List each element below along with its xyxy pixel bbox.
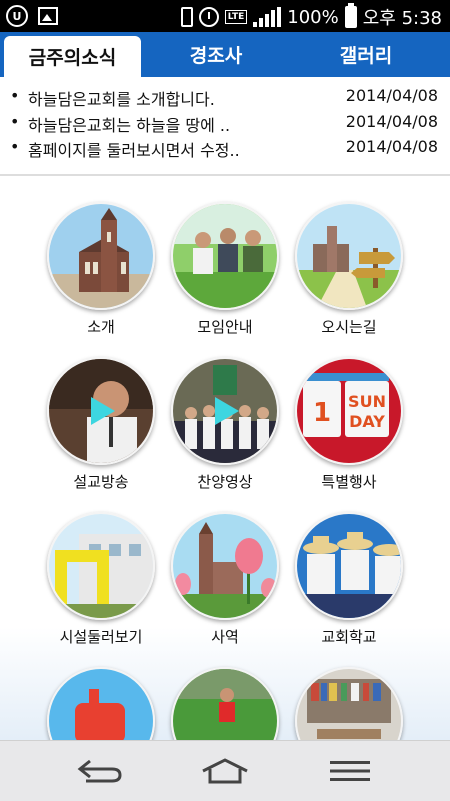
battery-percent: 100% xyxy=(287,6,339,28)
news-item[interactable]: • 하늘담은교회를 소개합니다. 2014/04/08 xyxy=(0,84,450,110)
tab-gallery[interactable]: 갤러리 xyxy=(291,32,441,77)
alarm-icon xyxy=(198,7,219,27)
play-icon xyxy=(91,397,115,425)
menu-item-library[interactable] xyxy=(287,667,411,740)
church-building-image xyxy=(47,202,155,310)
menu-item-directions[interactable]: 오시는길 xyxy=(287,202,411,337)
menu-label: 모임안내 xyxy=(197,318,253,336)
children-image xyxy=(295,512,403,620)
menu-item-sermon-broadcast[interactable]: 설교방송 xyxy=(39,357,163,492)
menu-label: 사역 xyxy=(211,628,239,646)
news-item[interactable]: • 홈페이지를 둘러보시면서 수정.. 2014/04/08 xyxy=(0,135,450,161)
battery-icon xyxy=(344,3,357,28)
menu-label: 오시는길 xyxy=(321,318,377,336)
calendar-word-day: DAY xyxy=(349,412,385,431)
status-bar: U LTE 100% 오후 5:38 xyxy=(0,0,450,32)
news-list: • 하늘담은교회를 소개합니다. 2014/04/08 • 하늘담은교회는 하늘… xyxy=(0,84,450,161)
tab-condolences[interactable]: 경조사 xyxy=(141,32,291,77)
library-image xyxy=(295,667,403,740)
lte-icon: LTE xyxy=(224,10,248,24)
signal-icon xyxy=(253,7,282,27)
tab-weekly-news[interactable]: 금주의소식 xyxy=(4,36,141,77)
back-icon xyxy=(77,759,122,783)
menu-item-church-school[interactable]: 교회학교 xyxy=(287,512,411,647)
vibrate-icon xyxy=(180,7,193,27)
tab-label: 경조사 xyxy=(189,45,243,67)
tulip-church-image xyxy=(171,512,279,620)
play-icon xyxy=(215,397,239,425)
menu-item-praise-video[interactable]: 찬양영상 xyxy=(163,357,287,492)
bullet: • xyxy=(10,86,20,105)
menu-button[interactable] xyxy=(275,741,425,801)
home-icon xyxy=(202,758,248,784)
menu-item-sports[interactable] xyxy=(163,667,287,740)
clock: 오후 5:38 xyxy=(362,8,442,29)
news-date: 2014/04/08 xyxy=(345,86,438,105)
menu-item-facility-tour[interactable]: 시설둘러보기 xyxy=(39,512,163,647)
facility-image xyxy=(47,512,155,620)
news-item[interactable]: • 하늘담은교회는 하늘을 땅에 .. 2014/04/08 xyxy=(0,110,450,136)
menu-grid: 소개 모임안내 오시는길 설교방송 찬양영상 1 SUN DAY 특별행사 시설… xyxy=(0,176,450,740)
calendar-word-sun: SUN xyxy=(348,392,386,411)
menu-item-mailbox[interactable] xyxy=(39,667,163,740)
menu-item-ministry[interactable]: 사역 xyxy=(163,512,287,647)
news-date: 2014/04/08 xyxy=(345,111,438,131)
tab-bar: 금주의소식 경조사 갤러리 xyxy=(0,32,450,77)
directions-image xyxy=(295,202,403,310)
menu-icon xyxy=(330,761,370,781)
menu-label: 시설둘러보기 xyxy=(59,628,143,646)
menu-label: 교회학교 xyxy=(321,628,377,646)
menu-label: 설교방송 xyxy=(73,473,129,491)
news-title: 하늘담은교회는 하늘을 땅에 .. xyxy=(28,115,231,135)
mailbox-image xyxy=(47,667,155,740)
bullet: • xyxy=(10,137,20,156)
menu-label: 찬양영상 xyxy=(197,473,253,491)
menu-label: 소개 xyxy=(87,318,115,336)
running-child-image xyxy=(171,667,279,740)
tab-label: 금주의소식 xyxy=(28,47,117,69)
pastor-video-thumbnail xyxy=(47,357,155,465)
bullet: • xyxy=(10,111,20,131)
calendar-image: 1 SUN DAY xyxy=(295,357,403,465)
u-plus-icon: U xyxy=(6,5,28,27)
news-title: 하늘담은교회를 소개합니다. xyxy=(28,90,215,109)
news-title: 홈페이지를 둘러보시면서 수정.. xyxy=(28,141,240,160)
gallery-icon xyxy=(38,7,58,25)
group-photo-image xyxy=(171,202,279,310)
menu-label: 특별행사 xyxy=(321,473,377,491)
navigation-bar xyxy=(0,740,450,801)
calendar-number: 1 xyxy=(313,398,331,428)
menu-item-intro[interactable]: 소개 xyxy=(39,202,163,337)
choir-video-thumbnail xyxy=(171,357,279,465)
tab-label: 갤러리 xyxy=(339,45,393,67)
menu-item-meetings[interactable]: 모임안내 xyxy=(163,202,287,337)
menu-item-special-events[interactable]: 1 SUN DAY 특별행사 xyxy=(287,357,411,492)
news-date: 2014/04/08 xyxy=(345,137,438,156)
